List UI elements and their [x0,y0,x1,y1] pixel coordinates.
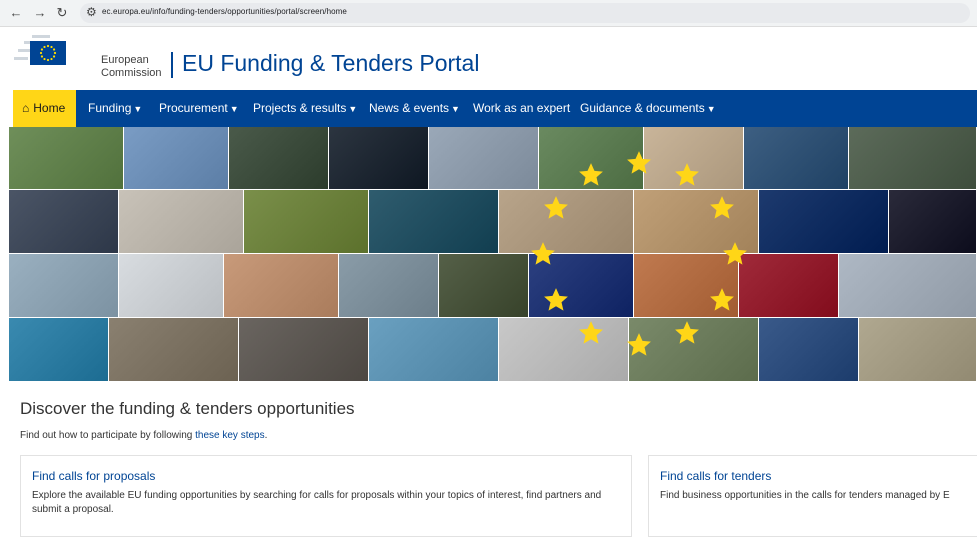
tune-icon[interactable]: ⚙ [86,5,97,19]
card-title[interactable]: Find calls for tenders [660,469,771,483]
card-description: Explore the available EU funding opportu… [32,490,602,515]
eu-star-icon [626,332,652,358]
hero-photo-tile [369,190,498,253]
card-title[interactable]: Find calls for proposals [32,469,155,483]
hero-photo-tile [744,127,848,189]
eu-star-icon [543,287,569,313]
eu-star-icon [709,195,735,221]
hero-photo-tile [439,254,528,317]
intro-prefix: Find out how to participate by following [20,430,196,441]
eu-star-icon [530,241,556,267]
menu-label: Projects & results [253,101,347,115]
hero-photo-tile [739,254,838,317]
hero-photo-tile [224,254,338,317]
key-steps-link[interactable]: these key steps [195,430,264,441]
card-calls-for-proposals[interactable]: Find calls for proposals Explore the ava… [20,455,632,537]
hero-photo-tile [759,318,858,381]
url-text: ec.europa.eu/info/funding-tenders/opport… [102,7,347,16]
address-bar[interactable]: ⚙ ec.europa.eu/info/funding-tenders/oppo… [80,3,970,23]
eu-star-icon [578,162,604,188]
hero-photo-tile [499,318,628,381]
browser-toolbar: ← → ↻ ⚙ ec.europa.eu/info/funding-tender… [0,0,977,27]
hero-photo-tile [9,254,118,317]
eu-star-icon [674,320,700,346]
org-name-line2: Commission [101,67,162,79]
eu-star-icon [543,195,569,221]
org-name-line1: European [101,54,149,66]
site-header: European Commission EU Funding & Tenders… [0,27,977,89]
page-heading: Discover the funding & tenders opportuni… [20,399,355,418]
hero-photo-tile [759,190,888,253]
card-calls-for-tenders[interactable]: Find calls for tenders Find business opp… [648,455,977,537]
hero-photo-tile [119,254,223,317]
hero-photo-tile [849,127,976,189]
home-icon: ⌂ [22,101,30,115]
hero-photo-tile [889,190,976,253]
caret-down-icon: ▼ [133,104,143,114]
eu-star-icon [578,320,604,346]
hero-photo-tile [369,318,498,381]
menu-item-funding[interactable]: Funding ▼ [88,90,142,127]
card-description: Find business opportunities in the calls… [660,490,950,501]
hero-photo-tile [429,127,538,189]
hero-photo-tile [839,254,976,317]
portal-title[interactable]: EU Funding & Tenders Portal [182,50,479,77]
menu-item-work-as-expert[interactable]: Work as an expert [473,90,570,127]
intro-suffix: . [264,430,268,441]
hero-photo-tile [124,127,228,189]
arrow-right-icon[interactable]: → [32,5,48,21]
hero-photo-tile [339,254,438,317]
eu-flag-icon [30,41,66,65]
eu-star-icon [722,241,748,267]
menu-item-projects-results[interactable]: Projects & results ▼ [253,90,357,127]
hero-photo-tile [119,190,243,253]
hero-photo-tile [239,318,368,381]
intro-text: Find out how to participate by following… [20,430,267,441]
menu-item-procurement[interactable]: Procurement ▼ [159,90,239,127]
hero-photo-mosaic [9,127,977,382]
hero-photo-tile [859,318,976,381]
caret-down-icon: ▼ [229,104,239,114]
caret-down-icon: ▼ [348,104,358,114]
caret-down-icon: ▼ [451,104,460,114]
menu-item-news-events[interactable]: News & events ▼ [369,90,460,127]
menu-label: News & events [369,101,450,115]
menu-label: Guidance & documents [580,101,705,115]
arrow-left-icon[interactable]: ← [8,5,24,21]
menu-label: Funding [88,101,132,115]
hero-photo-tile [329,127,428,189]
eu-star-icon [709,287,735,313]
menu-label: Work as an expert [473,101,571,115]
hero-photo-tile [244,190,368,253]
reload-icon[interactable]: ↻ [54,5,70,21]
main-menu: ⌂ Home Funding ▼ Procurement ▼ Projects & r… [13,90,977,127]
menu-label: Procurement [159,101,228,115]
menu-label: Home [33,101,66,115]
hero-photo-tile [9,318,108,381]
hero-photo-tile [9,190,118,253]
caret-down-icon: ▼ [706,104,716,114]
hero-photo-tile [229,127,328,189]
menu-item-home[interactable]: ⌂ Home [13,90,76,127]
eu-star-icon [674,162,700,188]
eu-star-icon [626,150,652,176]
menu-item-guidance-documents[interactable]: Guidance & documents ▼ [580,90,716,127]
hero-photo-tile [9,127,123,189]
header-divider [171,52,173,78]
hero-photo-tile [109,318,238,381]
